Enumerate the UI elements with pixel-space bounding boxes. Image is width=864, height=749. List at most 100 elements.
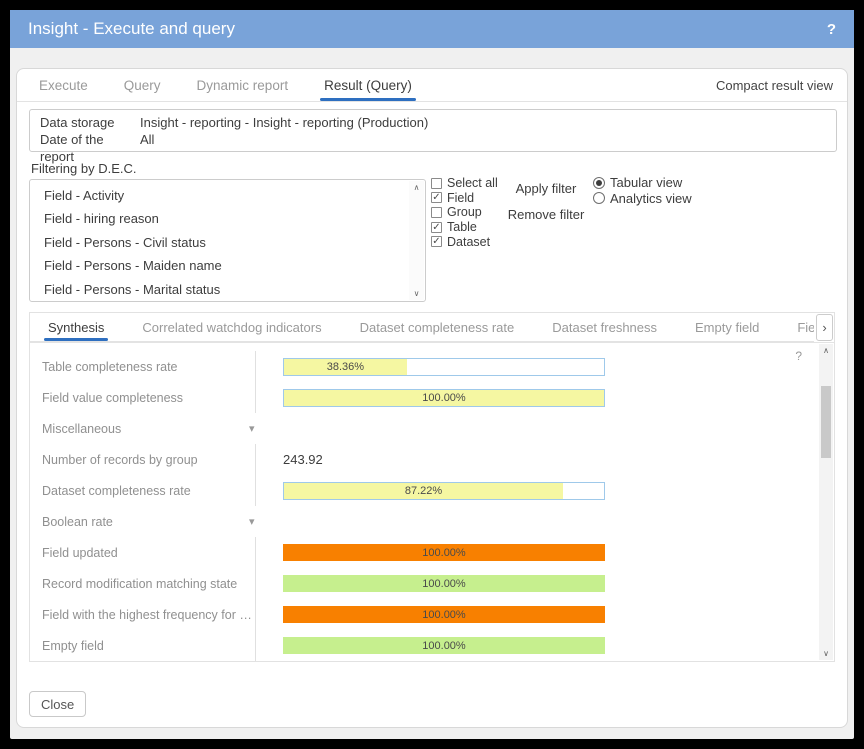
indicator-bar: 100.00% <box>283 606 605 623</box>
radio-label: Analytics view <box>610 191 692 206</box>
result-row-content: 100.00% <box>283 575 605 592</box>
result-row-label: Field updated <box>30 546 255 560</box>
close-button[interactable]: Close <box>29 691 86 717</box>
indicator-bar-fill: 100.00% <box>283 575 605 592</box>
list-item[interactable]: Field - Activity <box>30 184 425 207</box>
checkbox-label: Select all <box>447 176 498 190</box>
remove-filter-button[interactable]: Remove filter <box>505 207 587 222</box>
result-row: Boolean rate▾ <box>30 506 818 537</box>
result-row-label: Record modification matching state <box>30 577 255 591</box>
result-row-label: Field value completeness <box>30 391 255 405</box>
scroll-up-icon[interactable]: ∧ <box>414 183 420 192</box>
report-info-box: Data storageInsight - reporting - Insigh… <box>29 109 837 152</box>
radio-icon <box>593 192 605 204</box>
result-row: Field value completeness 100.00% <box>30 382 818 413</box>
row-divider <box>255 537 267 568</box>
checkbox-select-all[interactable]: Select all <box>431 176 498 191</box>
tab-result-query[interactable]: Result (Query) <box>324 69 412 101</box>
result-row-content: 100.00% <box>283 389 605 407</box>
scrollbar-thumb[interactable] <box>821 386 831 458</box>
list-item[interactable]: Field - Persons - Marital status <box>30 278 425 301</box>
chevron-down-icon[interactable]: ▾ <box>249 515 255 528</box>
result-tab-correlated-watchdog-indicators[interactable]: Correlated watchdog indicators <box>142 313 321 341</box>
indicator-bar-value: 38.36% <box>327 361 364 373</box>
indicator-bar: 100.00% <box>283 544 605 561</box>
row-divider <box>255 382 267 413</box>
filter-type-checkbox-group: Select all✓FieldGroup✓Table✓Dataset <box>431 176 498 249</box>
indicator-bar-value: 100.00% <box>422 640 465 652</box>
checkbox-field[interactable]: ✓ Field <box>431 191 498 206</box>
result-scrollbar[interactable]: ∧ ∨ <box>819 344 833 660</box>
unchecked-checkbox-icon <box>431 207 442 218</box>
result-row-content: 100.00% <box>283 544 605 561</box>
result-rows-container: Table completeness rate38.36%Field value… <box>30 343 818 661</box>
scroll-up-icon[interactable]: ∧ <box>819 346 833 355</box>
checkbox-dataset[interactable]: ✓Dataset <box>431 234 498 249</box>
apply-filter-button[interactable]: Apply filter <box>505 181 587 196</box>
info-label: Data storage <box>40 114 140 131</box>
row-divider <box>255 351 267 382</box>
dialog-content-card: Execute Query Dynamic report Result (Query)… <box>16 68 848 728</box>
result-row-label: Boolean rate <box>30 515 255 529</box>
result-row: Number of records by group243.92 <box>30 444 818 475</box>
info-value: All <box>140 131 154 165</box>
result-tab-synthesis[interactable]: Synthesis <box>48 313 104 341</box>
chevron-down-icon[interactable]: ▾ <box>249 422 255 435</box>
info-value: Insight - reporting - Insight - reportin… <box>140 114 428 131</box>
result-row-content: 87.22% <box>283 482 605 500</box>
tab-dynamic-report[interactable]: Dynamic report <box>197 69 289 101</box>
result-row-label: Miscellaneous <box>30 422 255 436</box>
scroll-down-icon[interactable]: ∨ <box>414 289 420 298</box>
help-icon[interactable]: ? <box>827 21 836 38</box>
compact-result-view-link[interactable]: Compact result view <box>716 78 833 93</box>
checkbox-label: Field <box>447 191 474 205</box>
result-row: Field updated 100.00% <box>30 537 818 568</box>
group-divider: ▾ <box>255 413 267 444</box>
result-row: Miscellaneous▾ <box>30 413 818 444</box>
result-tab-field-compliance-ap[interactable]: Field compliance ap <box>797 313 814 341</box>
filter-actions: Apply filter Remove filter <box>505 181 587 222</box>
checked-checkbox-icon: ✓ <box>431 236 442 247</box>
indicator-bar: 38.36% <box>283 358 605 376</box>
listbox-scrollbar[interactable]: ∧ ∨ <box>409 181 424 300</box>
row-divider <box>255 475 267 506</box>
indicator-bar-value: 100.00% <box>422 578 465 590</box>
radio-label: Tabular view <box>610 175 682 190</box>
result-tab-empty-field[interactable]: Empty field <box>695 313 759 341</box>
result-panel: Synthesis Correlated watchdog indicators D… <box>29 312 835 662</box>
tab-query[interactable]: Query <box>124 69 161 101</box>
indicator-bar-fill: 100.00% <box>283 637 605 654</box>
dec-filter-listbox[interactable]: ∧ ∨ Field - ActivityField - hiring reaso… <box>29 179 426 302</box>
filtering-label: Filtering by D.E.C. <box>31 161 136 176</box>
indicator-bar-value: 100.00% <box>422 547 465 559</box>
row-divider <box>255 568 267 599</box>
list-item[interactable]: Field - Persons - Civil status <box>30 231 425 254</box>
result-tab-dataset-freshness[interactable]: Dataset freshness <box>552 313 657 341</box>
indicator-text-value: 243.92 <box>283 452 323 467</box>
row-divider <box>255 444 267 475</box>
list-item[interactable]: Field - hiring reason <box>30 207 425 230</box>
checkbox-label: Table <box>447 220 477 234</box>
checkbox-label: Group <box>447 205 482 219</box>
indicator-bar-fill: 100.00% <box>284 390 604 406</box>
checkbox-group[interactable]: Group <box>431 205 498 220</box>
result-row-content: 100.00% <box>283 637 605 654</box>
info-row: Data storageInsight - reporting - Insigh… <box>40 114 826 131</box>
tab-scroll-right-button[interactable]: › <box>816 314 833 341</box>
tab-execute[interactable]: Execute <box>39 69 88 101</box>
checked-checkbox-icon: ✓ <box>431 192 442 203</box>
dialog-title: Insight - Execute and query <box>28 19 235 39</box>
result-tab-dataset-completeness-rate[interactable]: Dataset completeness rate <box>360 313 515 341</box>
result-row-content: 243.92 <box>283 451 605 469</box>
result-row: Field with the highest frequency for a .… <box>30 599 818 630</box>
indicator-bar-value: 87.22% <box>405 485 442 497</box>
radio-analytics-view[interactable]: Analytics view <box>593 191 692 207</box>
dialog-titlebar: Insight - Execute and query ? <box>10 10 854 48</box>
scroll-down-icon[interactable]: ∨ <box>819 649 833 658</box>
info-row: Date of the reportAll <box>40 131 826 165</box>
radio-tabular-view[interactable]: Tabular view <box>593 175 692 191</box>
list-item[interactable]: Field - Persons - Maiden name <box>30 254 425 277</box>
indicator-bar: 100.00% <box>283 389 605 407</box>
result-row-label: Empty field <box>30 639 255 653</box>
checkbox-table[interactable]: ✓Table <box>431 220 498 235</box>
